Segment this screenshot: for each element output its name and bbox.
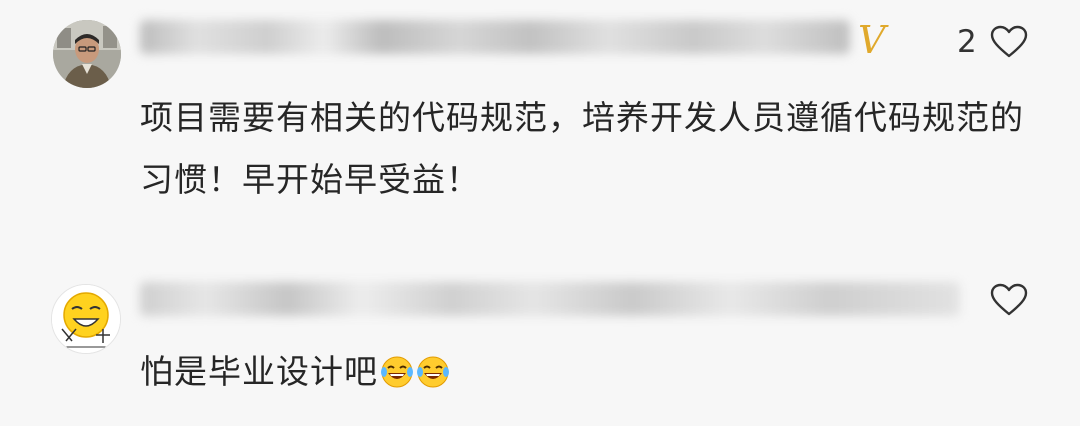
avatar[interactable] bbox=[51, 284, 121, 354]
comment-item: 怕是毕业设计吧 bbox=[0, 270, 1080, 426]
comment-text: 怕是毕业设计吧 bbox=[140, 348, 940, 402]
heart-icon[interactable] bbox=[990, 283, 1028, 321]
heart-icon[interactable] bbox=[990, 25, 1028, 63]
comment-text: 项目需要有相关的代码规范，培养开发人员遵循代码规范的习惯！早开始早受益！ bbox=[140, 98, 1024, 199]
like-count: 2 bbox=[957, 24, 977, 60]
comment-item: V 2 项目需要有相关的代码规范，培养开发人员遵循代码规范的习惯！早开始早受益！ bbox=[0, 0, 1080, 240]
laughing-tears-icon bbox=[380, 354, 414, 402]
verified-badge: V bbox=[858, 18, 886, 62]
avatar[interactable] bbox=[53, 20, 121, 88]
smiley-avatar-icon bbox=[52, 285, 120, 353]
user-photo-icon bbox=[53, 20, 121, 88]
username-blurred[interactable] bbox=[140, 20, 850, 54]
username-blurred[interactable] bbox=[140, 282, 960, 316]
comment-text-body: 怕是毕业设计吧 bbox=[140, 352, 378, 391]
laughing-tears-icon bbox=[416, 354, 450, 402]
